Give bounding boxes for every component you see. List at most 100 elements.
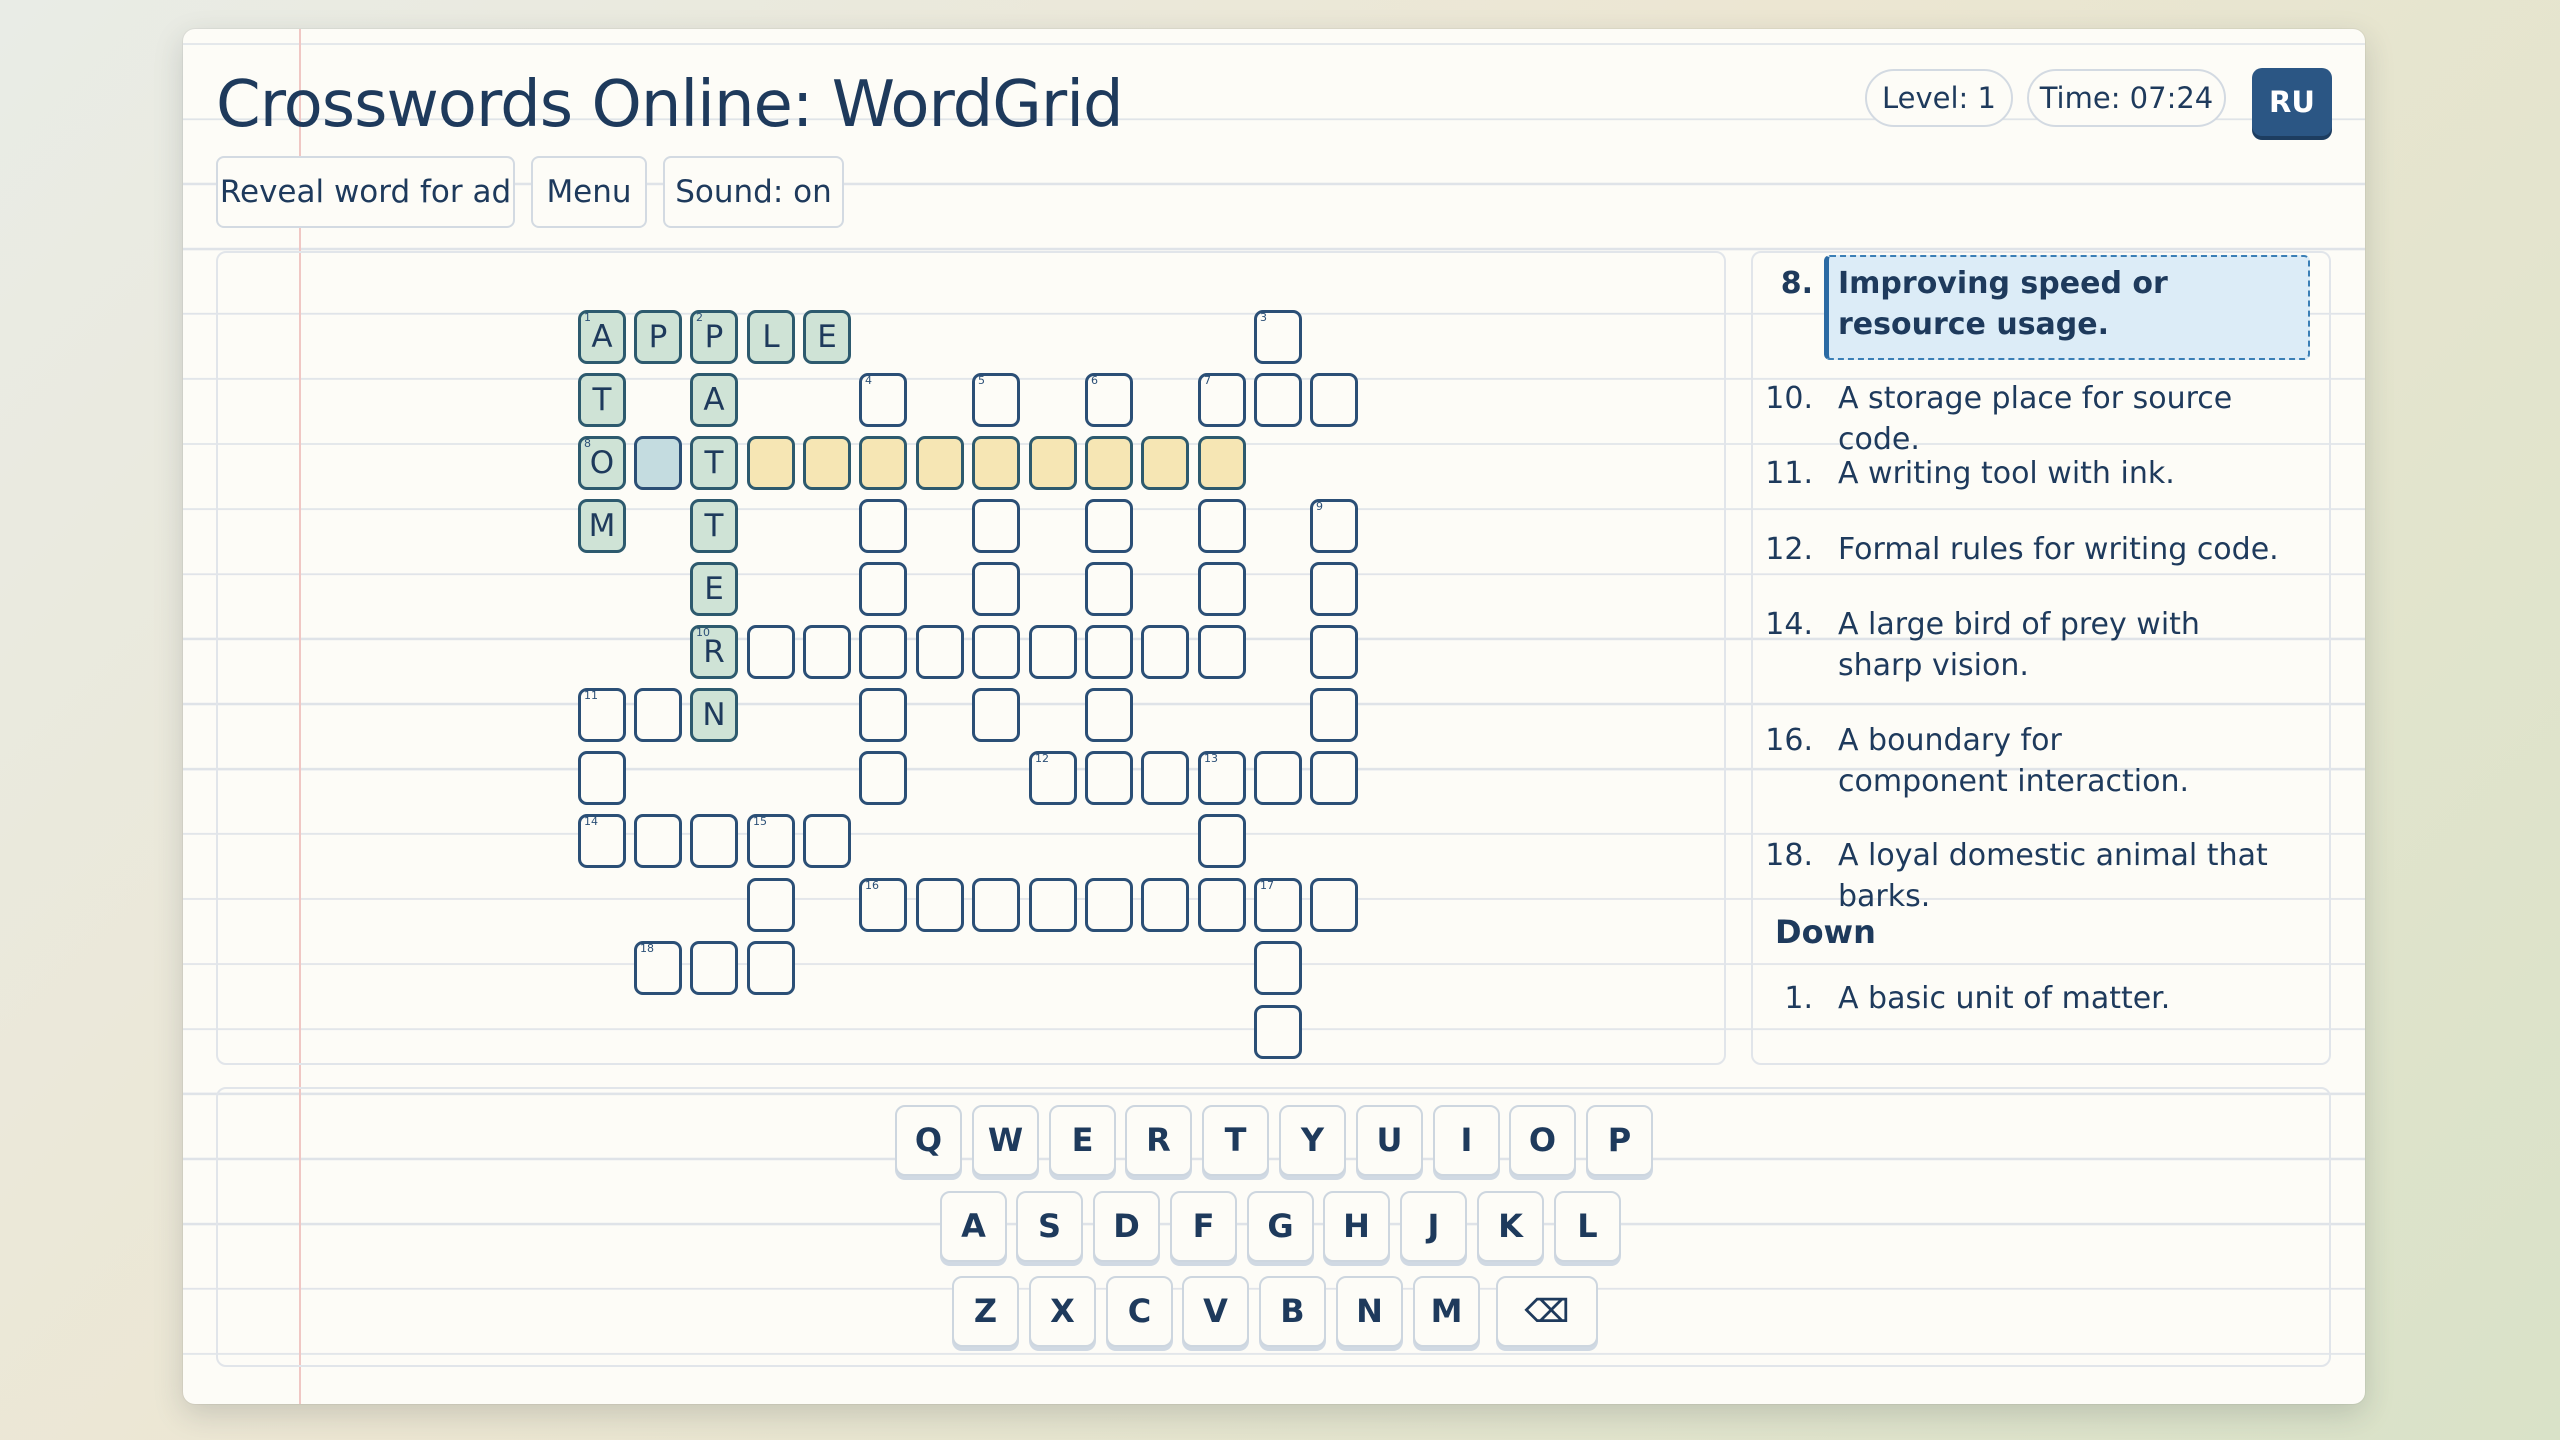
key-k[interactable]: K (1477, 1191, 1544, 1262)
key-r[interactable]: R (1125, 1105, 1192, 1176)
key-w[interactable]: W (972, 1105, 1039, 1176)
key-t[interactable]: T (1202, 1105, 1269, 1176)
grid-cell-cursor[interactable] (634, 436, 682, 490)
key-n[interactable]: N (1336, 1276, 1403, 1347)
grid-cell[interactable] (916, 878, 964, 932)
grid-cell[interactable] (972, 688, 1020, 742)
grid-cell[interactable] (1085, 625, 1133, 679)
grid-cell[interactable]: 1A (578, 310, 626, 364)
grid-cell[interactable]: 18 (634, 941, 682, 995)
grid-cell[interactable]: M (578, 499, 626, 553)
grid-cell[interactable]: 16 (859, 878, 907, 932)
clue-text[interactable]: A writing tool with ink. (1838, 453, 2298, 494)
grid-cell[interactable] (1310, 878, 1358, 932)
grid-cell[interactable] (859, 688, 907, 742)
key-f[interactable]: F (1170, 1191, 1237, 1262)
grid-cell[interactable]: E (690, 562, 738, 616)
grid-cell[interactable] (1141, 436, 1189, 490)
grid-cell[interactable] (1198, 878, 1246, 932)
key-i[interactable]: I (1433, 1105, 1500, 1176)
grid-cell[interactable] (1310, 751, 1358, 805)
sound-toggle-button[interactable]: Sound: on (663, 156, 844, 228)
grid-cell[interactable] (972, 625, 1020, 679)
grid-cell[interactable] (859, 436, 907, 490)
grid-cell[interactable] (972, 562, 1020, 616)
grid-cell[interactable]: E (803, 310, 851, 364)
grid-cell[interactable]: 4 (859, 373, 907, 427)
grid-cell[interactable] (972, 499, 1020, 553)
grid-cell[interactable] (1198, 625, 1246, 679)
grid-cell[interactable] (1310, 688, 1358, 742)
grid-cell[interactable] (1085, 562, 1133, 616)
grid-cell[interactable] (859, 625, 907, 679)
grid-cell[interactable]: P (634, 310, 682, 364)
key-h[interactable]: H (1323, 1191, 1390, 1262)
key-s[interactable]: S (1016, 1191, 1083, 1262)
grid-cell[interactable]: 11 (578, 688, 626, 742)
grid-cell[interactable] (1254, 751, 1302, 805)
key-z[interactable]: Z (952, 1276, 1019, 1347)
grid-cell[interactable] (803, 625, 851, 679)
grid-cell[interactable]: 17 (1254, 878, 1302, 932)
menu-button[interactable]: Menu (531, 156, 647, 228)
grid-cell[interactable] (859, 562, 907, 616)
key-p[interactable]: P (1586, 1105, 1653, 1176)
grid-cell[interactable]: N (690, 688, 738, 742)
grid-cell[interactable]: 10 R (690, 625, 738, 679)
grid-cell[interactable] (803, 436, 851, 490)
grid-cell[interactable] (747, 436, 795, 490)
grid-cell[interactable] (1085, 499, 1133, 553)
grid-cell[interactable] (1085, 688, 1133, 742)
grid-cell[interactable] (1029, 436, 1077, 490)
grid-cell[interactable] (1085, 436, 1133, 490)
clue-text[interactable]: A basic unit of matter. (1838, 978, 2298, 1019)
grid-cell[interactable]: 13 (1198, 751, 1246, 805)
grid-cell[interactable] (747, 878, 795, 932)
grid-cell[interactable] (1254, 373, 1302, 427)
grid-cell[interactable] (859, 751, 907, 805)
grid-cell[interactable]: 2P (690, 310, 738, 364)
grid-cell[interactable] (1254, 941, 1302, 995)
grid-cell[interactable] (1141, 625, 1189, 679)
grid-cell[interactable] (690, 814, 738, 868)
grid-cell[interactable]: L (747, 310, 795, 364)
grid-cell[interactable]: 3 (1254, 310, 1302, 364)
grid-cell[interactable]: A (690, 373, 738, 427)
grid-cell[interactable] (803, 814, 851, 868)
grid-cell[interactable] (634, 688, 682, 742)
grid-cell[interactable] (1310, 373, 1358, 427)
grid-cell[interactable] (1141, 751, 1189, 805)
key-y[interactable]: Y (1279, 1105, 1346, 1176)
grid-cell[interactable] (1310, 562, 1358, 616)
key-c[interactable]: C (1106, 1276, 1173, 1347)
grid-cell[interactable] (634, 814, 682, 868)
grid-cell[interactable] (1198, 562, 1246, 616)
grid-cell[interactable]: 15 (747, 814, 795, 868)
grid-cell[interactable]: 9 (1310, 499, 1358, 553)
grid-cell[interactable] (972, 878, 1020, 932)
grid-cell[interactable] (1029, 878, 1077, 932)
grid-cell[interactable] (747, 625, 795, 679)
grid-cell[interactable] (916, 625, 964, 679)
key-u[interactable]: U (1356, 1105, 1423, 1176)
grid-cell[interactable]: 14 (578, 814, 626, 868)
key-e[interactable]: E (1049, 1105, 1116, 1176)
key-j[interactable]: J (1400, 1191, 1467, 1262)
grid-cell[interactable] (1198, 814, 1246, 868)
clue-text[interactable]: A loyal domestic animal that barks. (1838, 835, 2298, 917)
key-a[interactable]: A (940, 1191, 1007, 1262)
backspace-key[interactable]: ⌫ (1496, 1276, 1598, 1347)
grid-cell[interactable]: 6 (1085, 373, 1133, 427)
grid-cell[interactable] (578, 751, 626, 805)
grid-cell[interactable] (1085, 878, 1133, 932)
key-o[interactable]: O (1509, 1105, 1576, 1176)
grid-cell[interactable]: 5 (972, 373, 1020, 427)
grid-cell[interactable]: T (578, 373, 626, 427)
grid-cell[interactable] (1141, 878, 1189, 932)
grid-cell[interactable]: T (690, 436, 738, 490)
grid-cell[interactable] (1085, 751, 1133, 805)
clue-text[interactable]: A large bird of prey with sharp vision. (1838, 604, 2248, 686)
grid-cell[interactable]: T (690, 499, 738, 553)
grid-cell[interactable] (972, 436, 1020, 490)
grid-cell[interactable] (1029, 625, 1077, 679)
